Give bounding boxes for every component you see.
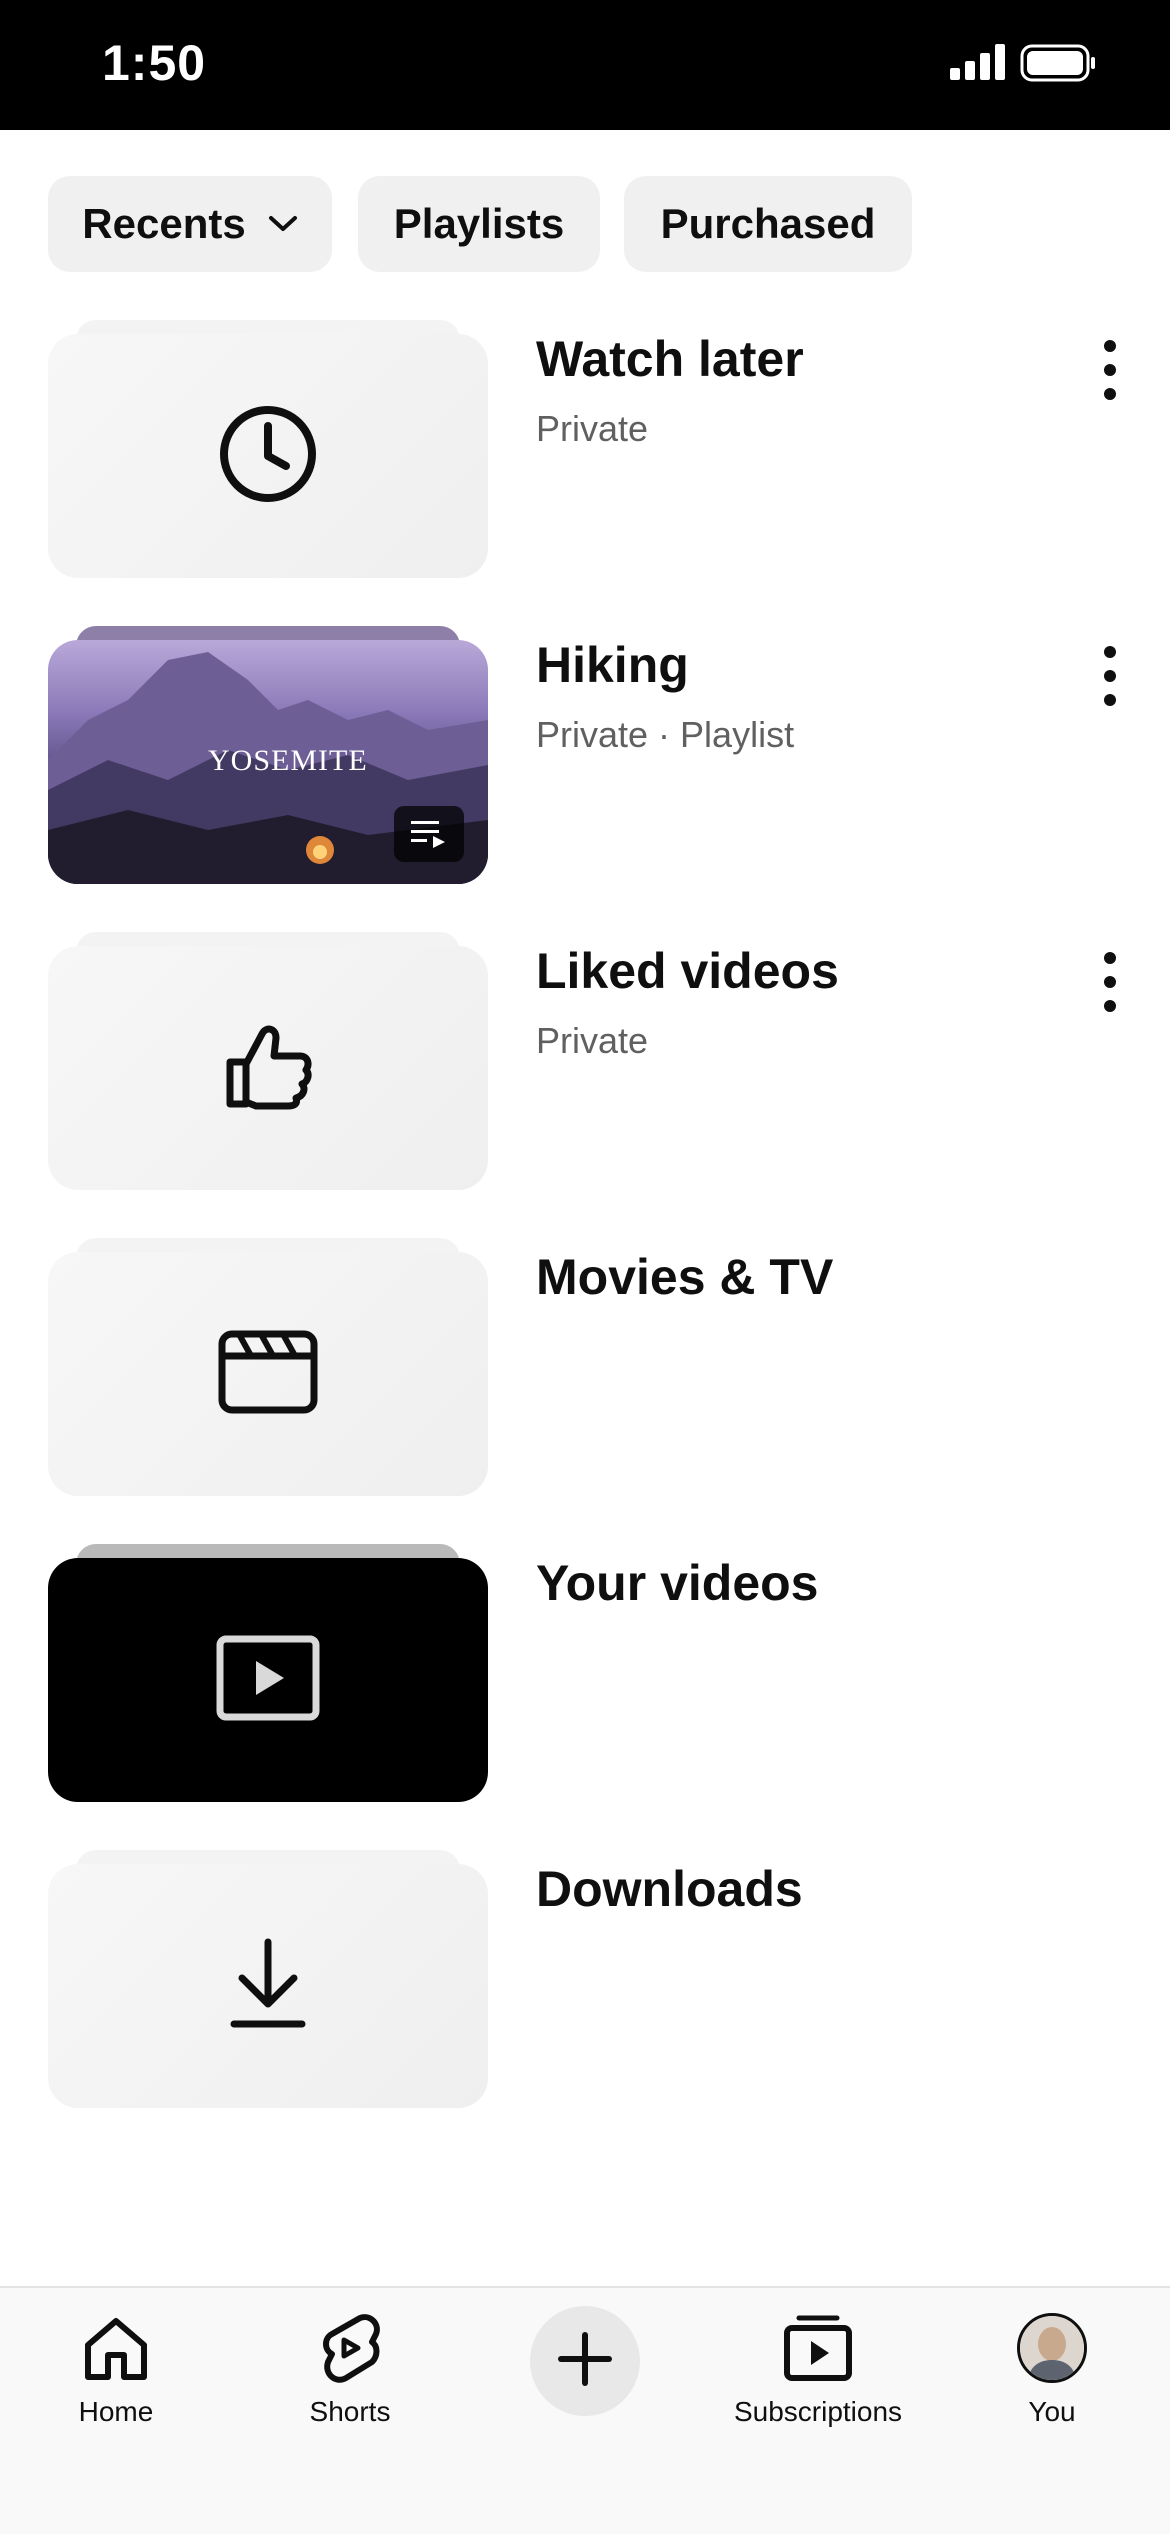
- download-icon: [228, 1936, 308, 2037]
- nav-subscriptions[interactable]: Subscriptions: [718, 2288, 918, 2438]
- library-item-hiking[interactable]: YOSEMITE Hiking Private · Playlist: [0, 626, 1170, 886]
- home-icon: [82, 2308, 150, 2388]
- create-button[interactable]: [530, 2306, 640, 2416]
- nav-label: Subscriptions: [733, 2396, 903, 2427]
- library-item-liked-videos[interactable]: Liked videos Private: [0, 932, 1170, 1192]
- plus-icon: [557, 2331, 613, 2392]
- item-title: Hiking: [536, 637, 689, 693]
- bottom-navigation: Home Shorts Subscriptions You: [0, 2286, 1170, 2534]
- library-item-your-videos[interactable]: Your videos: [0, 1544, 1170, 1804]
- thumbnail-card: [48, 334, 488, 578]
- chip-label: Purchased: [660, 200, 876, 247]
- chevron-down-icon: [268, 215, 298, 233]
- thumbnail[interactable]: YOSEMITE: [48, 626, 488, 884]
- more-options-icon[interactable]: [1090, 646, 1130, 706]
- thumbnail[interactable]: [48, 1850, 488, 2108]
- battery-icon: [1020, 44, 1096, 87]
- library-item-watch-later[interactable]: Watch later Private: [0, 320, 1170, 580]
- item-title: Movies & TV: [536, 1249, 834, 1305]
- thumbnail-card: [48, 946, 488, 1190]
- item-title: Watch later: [536, 331, 804, 387]
- library-item-downloads[interactable]: Downloads: [0, 1850, 1170, 2110]
- thumbnail[interactable]: [48, 1544, 488, 1802]
- nav-shorts[interactable]: Shorts: [250, 2288, 450, 2438]
- chip-purchased[interactable]: Purchased: [624, 176, 912, 272]
- chip-label: Recents: [82, 200, 246, 247]
- chip-label: Playlists: [393, 200, 565, 247]
- nav-home[interactable]: Home: [16, 2288, 216, 2438]
- thumbnail-card: [48, 1864, 488, 2108]
- more-options-icon[interactable]: [1090, 340, 1130, 400]
- thumbs-up-icon: [220, 1018, 316, 1119]
- item-subtitle: Private: [536, 408, 649, 449]
- chip-recents[interactable]: Recents: [48, 176, 332, 272]
- subscriptions-icon: [783, 2308, 853, 2388]
- shorts-icon: [320, 2308, 380, 2388]
- clock-icon: [218, 404, 318, 509]
- playlist-icon: [394, 806, 464, 862]
- thumbnail-card: [48, 1252, 488, 1496]
- thumbnail[interactable]: [48, 1238, 488, 1496]
- more-options-icon[interactable]: [1090, 952, 1130, 1012]
- hiking-thumbnail-image: YOSEMITE: [48, 640, 488, 884]
- avatar: [1017, 2313, 1087, 2383]
- thumbnail-text: YOSEMITE: [208, 744, 368, 777]
- status-time: 1:50: [102, 35, 207, 91]
- item-title: Liked videos: [536, 943, 839, 999]
- item-title: Your videos: [536, 1555, 819, 1611]
- nav-icon-wrapper: [1017, 2308, 1087, 2388]
- library-item-movies-tv[interactable]: Movies & TV: [0, 1238, 1170, 1498]
- item-title: Downloads: [536, 1861, 803, 1917]
- nav-you[interactable]: You: [952, 2288, 1152, 2438]
- clapperboard-icon: [218, 1330, 318, 1419]
- play-box-icon: [216, 1635, 320, 1726]
- cellular-signal-icon: [950, 44, 1008, 85]
- chip-playlists[interactable]: Playlists: [358, 176, 600, 272]
- thumbnail-card: [48, 1558, 488, 1802]
- status-bar: 1:50: [0, 0, 1170, 130]
- item-subtitle: Private: [536, 1020, 649, 1061]
- thumbnail[interactable]: [48, 932, 488, 1190]
- nav-label: Home: [78, 2396, 154, 2427]
- item-subtitle: Private · Playlist: [536, 714, 795, 755]
- nav-label: You: [1028, 2396, 1076, 2427]
- nav-label: Shorts: [309, 2396, 391, 2427]
- thumbnail[interactable]: [48, 320, 488, 578]
